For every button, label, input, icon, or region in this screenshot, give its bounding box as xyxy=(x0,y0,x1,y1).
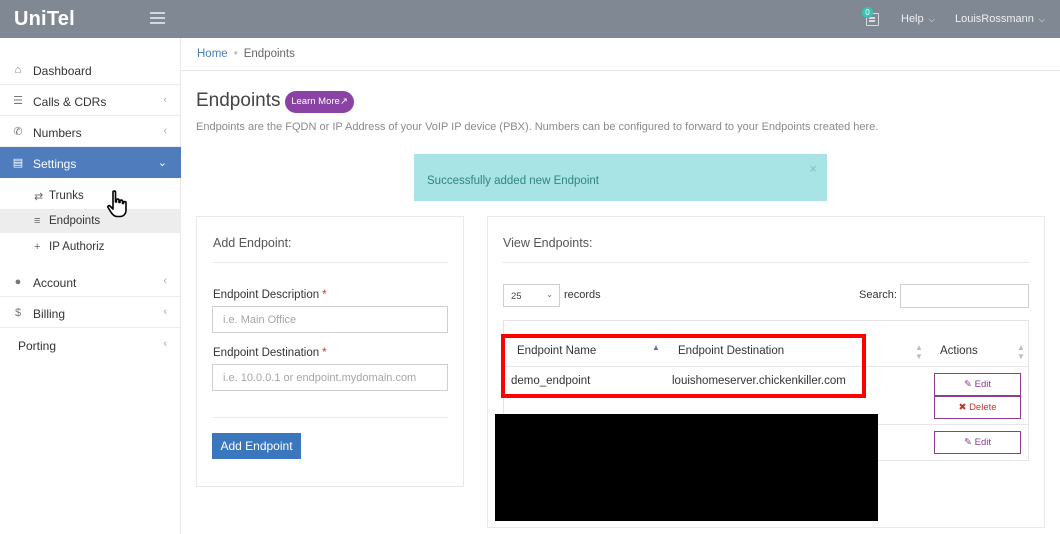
sort-icon: ▲ ▼ xyxy=(915,343,923,361)
chevron-left-icon: ‹ xyxy=(163,338,167,350)
sidebar-item-label: Calls & CDRs xyxy=(33,95,107,109)
breadcrumb: Home • Endpoints xyxy=(197,48,295,60)
chevron-left-icon: ‹ xyxy=(163,94,167,106)
redacted-area xyxy=(495,414,878,521)
sidebar-item-label: Settings xyxy=(33,157,77,171)
chevron-down-icon: ⌵ xyxy=(1038,15,1045,24)
delete-button-label: Delete xyxy=(969,402,997,413)
edit-icon: ✎ xyxy=(964,437,975,448)
sidebar-item-label: Billing xyxy=(33,307,66,321)
breadcrumb-home-link[interactable]: Home xyxy=(197,48,228,60)
learn-more-button[interactable]: Learn More↗ xyxy=(285,91,354,113)
sidebar-subitem-trunks[interactable]: ⇄ Trunks xyxy=(0,184,181,208)
list-icon: ☰ xyxy=(13,95,23,107)
sidebar-item-label: Porting xyxy=(18,339,57,353)
help-menu[interactable]: Help ⌵ xyxy=(901,13,935,25)
chevron-down-icon: ⌵ xyxy=(928,15,935,24)
sidebar-item-billing[interactable]: $ Billing ‹ xyxy=(0,297,181,328)
column-header-actions[interactable]: Actions xyxy=(940,345,978,357)
menu-toggle-icon[interactable] xyxy=(150,12,165,24)
breadcrumb-separator: • xyxy=(233,48,238,60)
description-label-text: Endpoint Description xyxy=(213,289,320,301)
description-label: Endpoint Description * xyxy=(213,289,327,301)
destination-label: Endpoint Destination * xyxy=(213,347,327,359)
records-per-page-select[interactable]: 25 ⌄ xyxy=(503,284,560,307)
breadcrumb-bar: Home • Endpoints xyxy=(181,38,1060,71)
divider xyxy=(502,262,1029,263)
sidebar: ⌂ Dashboard ☰ Calls & CDRs ‹ ✆ Numbers ‹… xyxy=(0,38,181,534)
user-menu[interactable]: LouisRossmann ⌵ xyxy=(955,13,1045,25)
help-label: Help xyxy=(901,13,924,25)
endpoint-destination-input[interactable] xyxy=(212,364,448,391)
dollar-icon: $ xyxy=(14,307,22,319)
destination-label-text: Endpoint Destination xyxy=(213,347,320,359)
add-endpoint-button[interactable]: Add Endpoint xyxy=(212,433,301,459)
view-endpoints-title: View Endpoints: xyxy=(503,236,593,250)
chevron-down-icon: ⌄ xyxy=(546,290,553,299)
sidebar-item-label: Account xyxy=(33,276,77,290)
sidebar-subitem-label: IP Authoriz xyxy=(49,241,105,253)
sort-icon: ▲ ▼ xyxy=(1017,343,1025,361)
phone-icon: ✆ xyxy=(13,126,23,138)
breadcrumb-current: Endpoints xyxy=(243,48,295,60)
home-icon: ⌂ xyxy=(14,64,22,76)
close-icon[interactable]: × xyxy=(809,161,817,176)
sidebar-item-label: Numbers xyxy=(33,126,82,140)
alert-message: Successfully added new Endpoint xyxy=(427,175,599,187)
success-alert: Successfully added new Endpoint × xyxy=(414,154,827,201)
chevron-left-icon: ‹ xyxy=(163,275,167,287)
records-per-page-value: 25 xyxy=(511,291,522,302)
sidebar-subitem-label: Trunks xyxy=(49,190,84,202)
notification-count-badge: 0 xyxy=(862,7,873,18)
search-label: Search: xyxy=(859,289,897,301)
notifications-button[interactable]: 0 xyxy=(862,7,882,29)
sidebar-item-porting[interactable]: Porting ‹ xyxy=(0,329,181,360)
server-icon: ▤ xyxy=(12,157,24,169)
chevron-left-icon: ‹ xyxy=(163,125,167,137)
records-label: records xyxy=(564,289,601,301)
edit-button-label: Edit xyxy=(974,379,991,390)
exchange-icon: ⇄ xyxy=(34,191,44,203)
edit-button[interactable]: ✎ Edit xyxy=(934,431,1021,454)
hand-cursor-icon xyxy=(107,190,127,218)
add-endpoint-title: Add Endpoint: xyxy=(213,236,292,250)
required-marker: * xyxy=(322,347,327,359)
brand-logo[interactable]: UniTel xyxy=(14,8,75,31)
top-bar: UniTel 0 Help ⌵ LouisRossmann ⌵ xyxy=(0,0,1060,38)
stack-icon: ≡ xyxy=(34,215,41,227)
delete-button[interactable]: ✖ Delete xyxy=(934,396,1021,419)
page-title: Endpoints xyxy=(196,90,281,111)
external-link-icon: ↗ xyxy=(339,96,348,107)
sidebar-subitem-ip-auth[interactable]: + IP Authoriz xyxy=(0,235,181,259)
divider xyxy=(212,262,448,263)
user-icon: ● xyxy=(14,276,22,288)
sidebar-subitem-endpoints[interactable]: ≡ Endpoints xyxy=(0,209,181,233)
required-marker: * xyxy=(322,289,327,301)
sidebar-item-dashboard[interactable]: ⌂ Dashboard xyxy=(0,54,181,85)
page-description: Endpoints are the FQDN or IP Address of … xyxy=(196,121,879,133)
edit-icon: ✎ xyxy=(964,379,975,390)
sidebar-item-calls[interactable]: ☰ Calls & CDRs ‹ xyxy=(0,85,181,116)
divider xyxy=(212,417,448,418)
endpoint-description-input[interactable] xyxy=(212,306,448,333)
edit-button[interactable]: ✎ Edit xyxy=(934,373,1021,396)
sidebar-item-settings[interactable]: ▤ Settings ⌄ xyxy=(0,147,181,178)
sidebar-item-numbers[interactable]: ✆ Numbers ‹ xyxy=(0,116,181,147)
search-input[interactable] xyxy=(900,284,1029,308)
user-name: LouisRossmann xyxy=(955,13,1034,25)
sidebar-item-account[interactable]: ● Account ‹ xyxy=(0,266,181,297)
learn-more-label: Learn More xyxy=(291,96,340,107)
chevron-down-icon: ⌄ xyxy=(157,157,167,169)
edit-button-label: Edit xyxy=(974,437,991,448)
sidebar-item-label: Dashboard xyxy=(33,64,92,78)
delete-icon: ✖ xyxy=(958,402,970,413)
highlight-box xyxy=(501,334,866,398)
plus-icon: + xyxy=(34,241,41,253)
chevron-left-icon: ‹ xyxy=(163,306,167,318)
sidebar-subitem-label: Endpoints xyxy=(49,215,101,227)
